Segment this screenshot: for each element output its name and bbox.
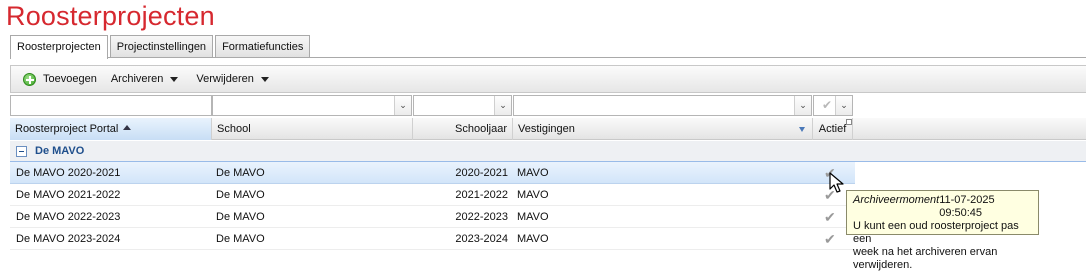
cell-locations: MAVO bbox=[517, 233, 549, 245]
column-header-locations[interactable]: Vestigingen bbox=[513, 118, 813, 140]
active-filter[interactable]: ✔ ⌄ bbox=[813, 95, 853, 116]
filter-row: ⌄ ⌄ ⌄ ✔ ⌄ bbox=[10, 95, 1086, 117]
chevron-down-icon: ⌄ bbox=[799, 100, 807, 110]
archive-tooltip: Archiveermoment 11-07-2025 09:50:45 U ku… bbox=[846, 190, 1039, 271]
check-icon: ✔ bbox=[822, 98, 833, 112]
locations-filter-dropdown[interactable]: ⌄ bbox=[794, 96, 811, 115]
delete-button[interactable]: Verwijderen bbox=[196, 69, 269, 89]
tooltip-message-line1: U kunt een oud roosterproject pas een bbox=[853, 220, 1019, 245]
add-button-label: Toevoegen bbox=[43, 73, 97, 85]
year-filter-dropdown[interactable]: ⌄ bbox=[494, 96, 511, 115]
cell-school: De MAVO bbox=[216, 167, 265, 179]
locations-filter[interactable]: ⌄ bbox=[513, 95, 812, 116]
tab-projectinstellingen[interactable]: Projectinstellingen bbox=[109, 35, 214, 58]
column-header-school-label: School bbox=[217, 123, 251, 135]
archive-button[interactable]: Archiveren bbox=[111, 69, 179, 89]
archive-dropdown-icon bbox=[170, 76, 179, 82]
tooltip-label: Archiveermoment bbox=[853, 194, 940, 206]
active-filter-dropdown[interactable]: ⌄ bbox=[835, 96, 852, 115]
tab-divider bbox=[10, 57, 1086, 58]
cell-school: De MAVO bbox=[216, 211, 265, 223]
table-row[interactable]: De MAVO 2022-2023 De MAVO 2022-2023 MAVO… bbox=[10, 206, 855, 228]
active-check-icon[interactable]: ✔ bbox=[824, 209, 836, 225]
column-header-row: Roosterproject Portal School Schooljaar … bbox=[10, 118, 1086, 140]
column-header-active-label: Actief bbox=[818, 123, 847, 135]
cell-project: De MAVO 2021-2022 bbox=[16, 189, 121, 201]
cell-year: 2021-2022 bbox=[455, 189, 508, 201]
page-title: Roosterprojecten bbox=[6, 1, 215, 31]
add-icon bbox=[23, 72, 36, 86]
table-row[interactable]: De MAVO 2020-2021 De MAVO 2020-2021 MAVO… bbox=[10, 162, 855, 184]
school-filter-dropdown[interactable]: ⌄ bbox=[394, 96, 411, 115]
column-menu-icon bbox=[846, 119, 852, 125]
cell-year: 2023-2024 bbox=[455, 233, 508, 245]
cell-school: De MAVO bbox=[216, 233, 265, 245]
tooltip-message-line2: week na het archiveren ervan verwijderen… bbox=[853, 246, 998, 271]
tab-bar: Roosterprojecten Projectinstellingen For… bbox=[10, 35, 312, 59]
toolbar: Toevoegen Archiveren Verwijderen bbox=[10, 65, 1086, 93]
group-label: De MAVO bbox=[35, 145, 85, 157]
delete-dropdown-icon bbox=[260, 76, 269, 82]
filter-active-icon bbox=[799, 127, 805, 132]
tab-formatiefuncties[interactable]: Formatiefuncties bbox=[215, 35, 311, 58]
tooltip-timestamp: 11-07-2025 09:50:45 bbox=[939, 194, 995, 219]
archive-button-label: Archiveren bbox=[110, 73, 164, 85]
table-row[interactable]: De MAVO 2021-2022 De MAVO 2021-2022 MAVO… bbox=[10, 184, 855, 206]
chevron-down-icon: ⌄ bbox=[840, 100, 848, 110]
mouse-pointer-icon bbox=[829, 172, 844, 193]
cell-project: De MAVO 2023-2024 bbox=[16, 233, 121, 245]
chevron-down-icon: ⌄ bbox=[399, 100, 407, 110]
cell-locations: MAVO bbox=[517, 189, 549, 201]
add-button[interactable]: Toevoegen bbox=[23, 69, 97, 89]
tab-roosterprojecten[interactable]: Roosterprojecten bbox=[10, 35, 108, 59]
cell-year: 2022-2023 bbox=[455, 211, 508, 223]
group-row[interactable]: De MAVO bbox=[10, 141, 1086, 162]
year-filter[interactable]: ⌄ bbox=[413, 95, 512, 116]
cell-locations: MAVO bbox=[517, 211, 549, 223]
column-header-school[interactable]: School bbox=[212, 118, 413, 140]
delete-button-label: Verwijderen bbox=[196, 73, 254, 85]
school-filter[interactable]: ⌄ bbox=[212, 95, 412, 116]
column-header-locations-label: Vestigingen bbox=[518, 123, 575, 135]
column-header-active[interactable]: Actief bbox=[813, 118, 853, 140]
chevron-down-icon: ⌄ bbox=[499, 100, 507, 110]
active-check-icon[interactable]: ✔ bbox=[824, 231, 836, 247]
cell-project: De MAVO 2020-2021 bbox=[16, 167, 121, 179]
cell-year: 2020-2021 bbox=[455, 167, 508, 179]
collapse-icon[interactable] bbox=[16, 145, 27, 157]
project-filter-input[interactable] bbox=[10, 95, 212, 116]
cell-school: De MAVO bbox=[216, 189, 265, 201]
column-header-year[interactable]: Schooljaar bbox=[413, 118, 513, 140]
cell-locations: MAVO bbox=[517, 167, 549, 179]
column-header-project[interactable]: Roosterproject Portal bbox=[10, 118, 212, 140]
cell-project: De MAVO 2022-2023 bbox=[16, 211, 121, 223]
column-header-project-label: Roosterproject Portal bbox=[15, 123, 119, 135]
sort-ascending-icon bbox=[123, 125, 132, 130]
table-row[interactable]: De MAVO 2023-2024 De MAVO 2023-2024 MAVO… bbox=[10, 228, 855, 250]
column-header-year-label: Schooljaar bbox=[455, 123, 507, 135]
